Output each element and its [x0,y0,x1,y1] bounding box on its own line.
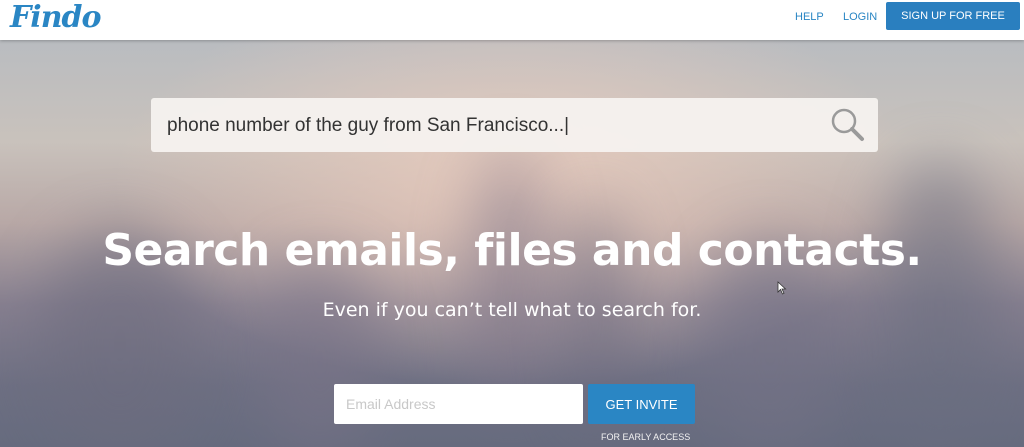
sign-up-button[interactable]: SIGN UP FOR FREE [886,2,1020,30]
top-header: Findo HELP LOGIN SIGN UP FOR FREE [0,0,1024,40]
email-field[interactable] [334,384,583,424]
get-invite-button[interactable]: GET INVITE [588,384,695,424]
mouse-pointer-icon [777,281,787,300]
search-icon[interactable] [828,105,868,145]
hero-headline: Search emails, files and contacts. [102,225,922,276]
hero-subline: Even if you can’t tell what to search fo… [322,299,702,321]
search-input[interactable] [167,112,827,140]
login-link[interactable]: LOGIN [843,11,877,23]
findo-logo[interactable]: Findo [10,0,101,35]
background-blur-shape [470,150,550,410]
help-link[interactable]: HELP [795,11,824,23]
search-box [151,98,878,152]
early-access-note: FOR EARLY ACCESS [601,432,691,442]
